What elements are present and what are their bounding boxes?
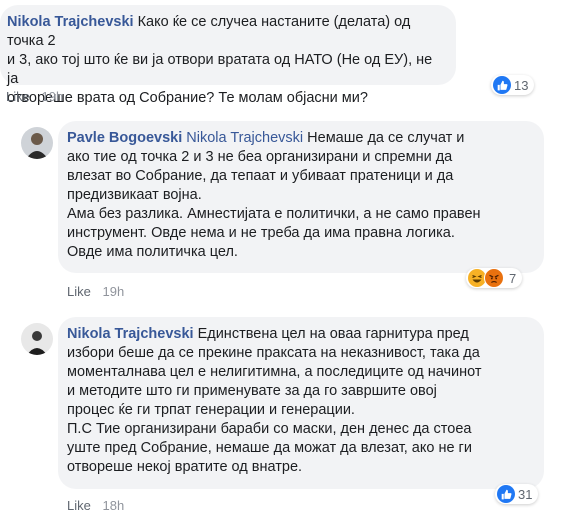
- like-link[interactable]: Like: [6, 89, 30, 104]
- comment-line: избори беше да се прекине праксата на не…: [67, 345, 480, 361]
- comment-line: отвореше некој вратите од внатре.: [67, 459, 303, 475]
- avatar[interactable]: [21, 127, 53, 159]
- reactions-summary[interactable]: 31: [495, 484, 539, 504]
- comment-line: уште пред Собрание, немаше да можат да в…: [67, 440, 472, 456]
- comment-timestamp[interactable]: 19h: [102, 284, 124, 299]
- reactions-summary[interactable]: 13: [491, 75, 535, 95]
- like-link[interactable]: Like: [67, 498, 91, 513]
- comment-text: Nikola Trajchevski Како ќе се случеа нас…: [7, 13, 444, 108]
- comment-line: Ама без разлика. Амнестијата е политички…: [67, 206, 481, 222]
- like-link[interactable]: Like: [67, 284, 91, 299]
- comment-author[interactable]: Nikola Trajchevski: [7, 14, 134, 30]
- like-icon: [493, 76, 511, 94]
- comment-line: моменталнава цел е нелигитимна, а послед…: [67, 364, 482, 380]
- mention-link[interactable]: Nikola Trajchevski: [186, 130, 303, 146]
- comment-actions: Like 18h: [67, 498, 124, 513]
- comment-line: П.С Тие организирани бараби со маски, де…: [67, 421, 472, 437]
- comment-bubble: Nikola Trajchevski Како ќе се случеа нас…: [0, 5, 456, 106]
- comment-line: влезат во Собрание, да тепаат и убиваат …: [67, 168, 454, 184]
- comment-bubble: Nikola Trajchevski Единствена цел на ова…: [58, 317, 544, 489]
- comment-timestamp[interactable]: 19h: [41, 89, 63, 104]
- comment-line: и методите што ги применувате за да го з…: [67, 383, 437, 399]
- comment-actions: Like 19h: [6, 89, 63, 104]
- avatar[interactable]: [21, 323, 53, 355]
- comment-line: Овде има политичка цел.: [67, 244, 238, 260]
- reaction-count: 13: [514, 77, 529, 93]
- comment-bubble: Pavle Bogoevski Nikola Trajchevski Немаш…: [58, 121, 544, 273]
- comment-line: предизвикаат војна.: [67, 187, 202, 203]
- comment-line: процес ќе ги трпат генерации и генерации…: [67, 402, 355, 418]
- comment-line: и 3, ако тој што ќе ви ја отвори вратата…: [7, 52, 433, 87]
- comment-text: Pavle Bogoevski Nikola Trajchevski Немаш…: [67, 129, 532, 262]
- comment-author[interactable]: Nikola Trajchevski: [67, 326, 194, 342]
- comment-line: Немаше да се случат и: [307, 130, 465, 146]
- reaction-count: 31: [518, 486, 533, 502]
- reaction-count: 7: [509, 270, 517, 286]
- reactions-summary[interactable]: 7: [466, 268, 523, 288]
- like-icon: [497, 485, 515, 503]
- angry-icon: [484, 268, 504, 288]
- comment-author[interactable]: Pavle Bogoevski: [67, 130, 182, 146]
- comment-actions: Like 19h: [67, 284, 124, 299]
- comment-text: Nikola Trajchevski Единствена цел на ова…: [67, 325, 532, 477]
- comment-line: Единствена цел на оваа гарнитура пред: [197, 326, 469, 342]
- comment-timestamp[interactable]: 18h: [102, 498, 124, 513]
- comment-line: инструмент. Овде нема и не треба да има …: [67, 225, 455, 241]
- comment-line: ако тие од точка 2 и 3 не беа организира…: [67, 149, 453, 165]
